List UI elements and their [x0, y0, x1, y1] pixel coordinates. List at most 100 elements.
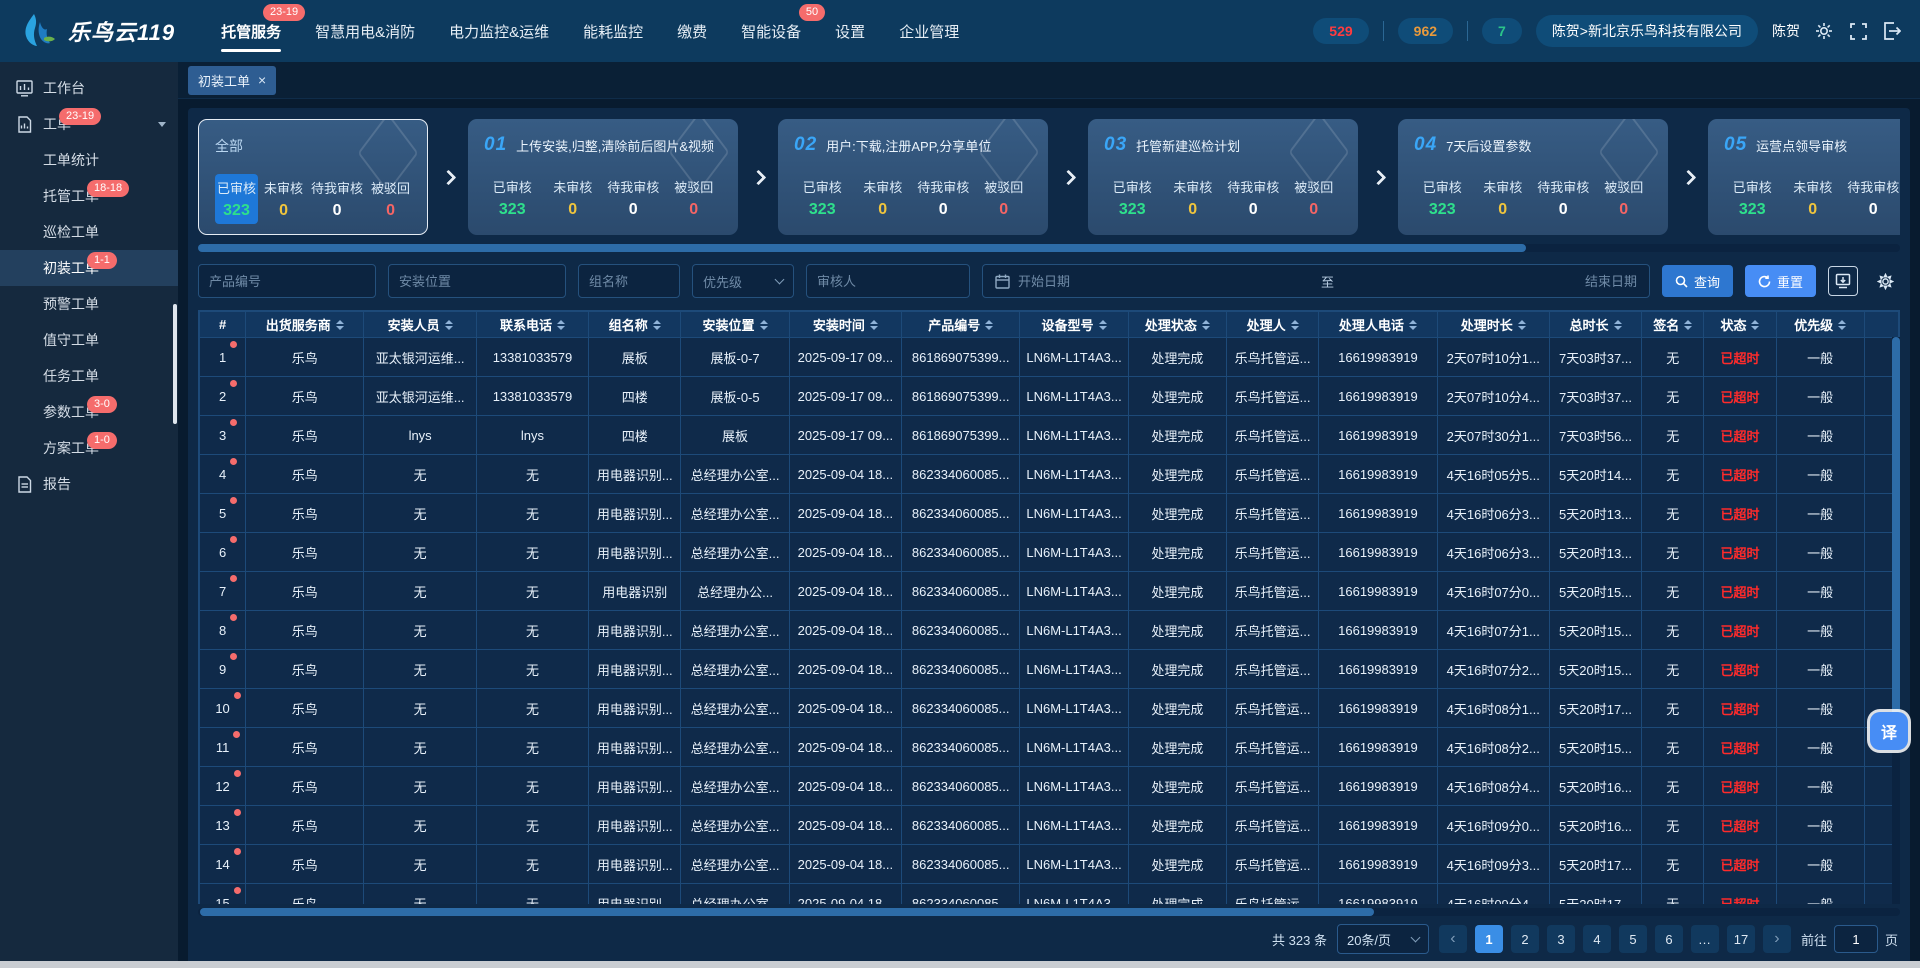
table-row[interactable]: 12乐鸟无无用电器识别...总经理办公室...2025-09-04 18...8…: [200, 767, 1899, 806]
nav-menu-item-3[interactable]: 能耗监控: [583, 0, 643, 62]
column-header-联系电话[interactable]: 联系电话: [476, 312, 588, 338]
table-row[interactable]: 11乐鸟无无用电器识别...总经理办公室...2025-09-04 18...8…: [200, 728, 1899, 767]
stat-待我审核[interactable]: 待我审核0: [1845, 173, 1900, 223]
nav-menu-item-5[interactable]: 智能设备50: [741, 0, 801, 62]
table-row[interactable]: 6乐鸟无无用电器识别...总经理办公室...2025-09-04 18...86…: [200, 533, 1899, 572]
stat-待我审核[interactable]: 待我审核0: [605, 173, 662, 223]
page-button-6[interactable]: 6: [1655, 925, 1683, 953]
product-no-input[interactable]: [198, 264, 376, 298]
table-row[interactable]: 3乐鸟lnyslnys四楼展板2025-09-17 09...861869075…: [200, 416, 1899, 455]
table-row[interactable]: 8乐鸟无无用电器识别...总经理办公室...2025-09-04 18...86…: [200, 611, 1899, 650]
stat-未审核[interactable]: 未审核0: [262, 174, 305, 224]
column-header-处理人电话[interactable]: 处理人电话: [1319, 312, 1437, 338]
stat-未审核[interactable]: 未审核0: [1785, 173, 1842, 223]
alarm-counter-0[interactable]: 529: [1313, 18, 1368, 44]
page-ellipsis[interactable]: …: [1691, 925, 1719, 953]
stat-未审核[interactable]: 未审核0: [855, 173, 912, 223]
nav-menu-item-4[interactable]: 缴费: [677, 0, 707, 62]
nav-menu-item-1[interactable]: 智慧用电&消防: [315, 0, 415, 62]
sidebar-item-工作台[interactable]: 工作台: [0, 70, 178, 106]
nav-menu-item-6[interactable]: 设置: [835, 0, 865, 62]
stat-待我审核[interactable]: 待我审核0: [309, 174, 365, 224]
page-button-5[interactable]: 5: [1619, 925, 1647, 953]
stat-待我审核[interactable]: 待我审核0: [1225, 173, 1282, 223]
card-scroll-arrow[interactable]: [1668, 172, 1708, 183]
stat-未审核[interactable]: 未审核0: [545, 173, 602, 223]
stat-被驳回[interactable]: 被驳回0: [976, 173, 1033, 223]
page-button-17[interactable]: 17: [1727, 925, 1755, 953]
tab-close-icon[interactable]: ×: [258, 73, 266, 87]
table-scrollbar-thumb[interactable]: [200, 908, 1374, 916]
stat-已审核[interactable]: 已审核323: [484, 173, 541, 223]
sidebar-item-托管工单[interactable]: 托管工单18-18: [0, 178, 178, 214]
page-button-2[interactable]: 2: [1511, 925, 1539, 953]
sidebar-item-预警工单[interactable]: 预警工单: [0, 286, 178, 322]
page-button-3[interactable]: 3: [1547, 925, 1575, 953]
group-name-input[interactable]: [578, 264, 680, 298]
stat-card-04[interactable]: 047天后设置参数已审核323未审核0待我审核0被驳回0: [1398, 119, 1668, 235]
table-row[interactable]: 14乐鸟无无用电器识别...总经理办公室...2025-09-04 18...8…: [200, 845, 1899, 884]
user-name[interactable]: 陈贺: [1772, 21, 1800, 41]
start-date-input[interactable]: [1018, 274, 1313, 289]
column-header-组名称[interactable]: 组名称: [589, 312, 681, 338]
column-header-处理时长[interactable]: 处理时长: [1437, 312, 1549, 338]
card-scroll-arrow[interactable]: [738, 172, 778, 183]
stat-被驳回[interactable]: 被驳回0: [1596, 173, 1653, 223]
stat-未审核[interactable]: 未审核0: [1475, 173, 1532, 223]
column-header-安装位置[interactable]: 安装位置: [681, 312, 789, 338]
column-header-总时长[interactable]: 总时长: [1549, 312, 1641, 338]
next-page-button[interactable]: ›: [1763, 925, 1791, 953]
gear-icon[interactable]: [1814, 21, 1834, 41]
stat-待我审核[interactable]: 待我审核0: [1535, 173, 1592, 223]
reset-button[interactable]: 重置: [1745, 265, 1816, 297]
stat-待我审核[interactable]: 待我审核0: [915, 173, 972, 223]
end-date-input[interactable]: [1342, 274, 1637, 289]
logo-icon[interactable]: [14, 8, 60, 54]
sidebar-item-值守工单[interactable]: 值守工单: [0, 322, 178, 358]
column-header-设备型号[interactable]: 设备型号: [1020, 312, 1128, 338]
reviewer-input[interactable]: [806, 264, 970, 298]
search-button[interactable]: 查询: [1662, 265, 1733, 297]
stat-card-02[interactable]: 02用户:下载,注册APP,分享单位已审核323未审核0待我审核0被驳回0: [778, 119, 1048, 235]
prev-page-button[interactable]: ‹: [1439, 925, 1467, 953]
goto-page-input[interactable]: [1834, 925, 1878, 953]
table-row[interactable]: 7乐鸟无无用电器识别总经理办公...2025-09-04 18...862334…: [200, 572, 1899, 611]
fullscreen-icon[interactable]: [1848, 21, 1868, 41]
logout-icon[interactable]: [1882, 21, 1902, 41]
page-button-1[interactable]: 1: [1475, 925, 1503, 953]
date-range-picker[interactable]: 至: [982, 264, 1650, 298]
column-header-处理人[interactable]: 处理人: [1226, 312, 1318, 338]
column-settings-icon[interactable]: [1870, 266, 1900, 296]
sidebar-item-工单[interactable]: 工单23-19: [0, 106, 178, 142]
sidebar-item-工单统计[interactable]: 工单统计: [0, 142, 178, 178]
stat-已审核[interactable]: 已审核323: [1724, 173, 1781, 223]
stat-被驳回[interactable]: 被驳回0: [666, 173, 723, 223]
table-vscroll-thumb[interactable]: [1892, 337, 1900, 723]
column-header-优先级[interactable]: 优先级: [1776, 312, 1864, 338]
company-selector[interactable]: 陈贺>新北京乐鸟科技有限公司: [1536, 15, 1758, 47]
stat-被驳回[interactable]: 被驳回0: [1286, 173, 1343, 223]
bottom-scrollbar-strip[interactable]: [0, 961, 1920, 968]
sidebar-item-初装工单[interactable]: 初装工单1-1: [0, 250, 178, 286]
table-row[interactable]: 15乐鸟无无用电器识别...总经理办公室...2025-09-04 18...8…: [200, 884, 1899, 905]
translate-button[interactable]: 译: [1870, 712, 1908, 750]
alarm-counter-1[interactable]: 962: [1398, 18, 1453, 44]
sidebar-item-报告[interactable]: 报告: [0, 466, 178, 502]
stat-card-05[interactable]: 05运营点领导审核已审核323未审核0待我审核0被驳回0: [1708, 119, 1900, 235]
stat-已审核[interactable]: 已审核323: [215, 174, 258, 224]
column-header-处理状态[interactable]: 处理状态: [1128, 312, 1226, 338]
priority-select[interactable]: 优先级: [692, 264, 794, 298]
card-scroll-arrow[interactable]: [1358, 172, 1398, 183]
stat-已审核[interactable]: 已审核323: [1414, 173, 1471, 223]
install-position-input[interactable]: [388, 264, 566, 298]
table-row[interactable]: 5乐鸟无无用电器识别...总经理办公室...2025-09-04 18...86…: [200, 494, 1899, 533]
stat-已审核[interactable]: 已审核323: [1104, 173, 1161, 223]
card-scroll-arrow[interactable]: [1048, 172, 1088, 183]
table-row[interactable]: 13乐鸟无无用电器识别...总经理办公室...2025-09-04 18...8…: [200, 806, 1899, 845]
nav-menu-item-7[interactable]: 企业管理: [899, 0, 959, 62]
card-scroll-arrow[interactable]: [428, 172, 468, 183]
column-header-产品编号[interactable]: 产品编号: [902, 312, 1020, 338]
stat-card-01[interactable]: 01上传安装,归整,清除前后图片&视频已审核323未审核0待我审核0被驳回0: [468, 119, 738, 235]
stat-card-03[interactable]: 03托管新建巡检计划已审核323未审核0待我审核0被驳回0: [1088, 119, 1358, 235]
stat-未审核[interactable]: 未审核0: [1165, 173, 1222, 223]
